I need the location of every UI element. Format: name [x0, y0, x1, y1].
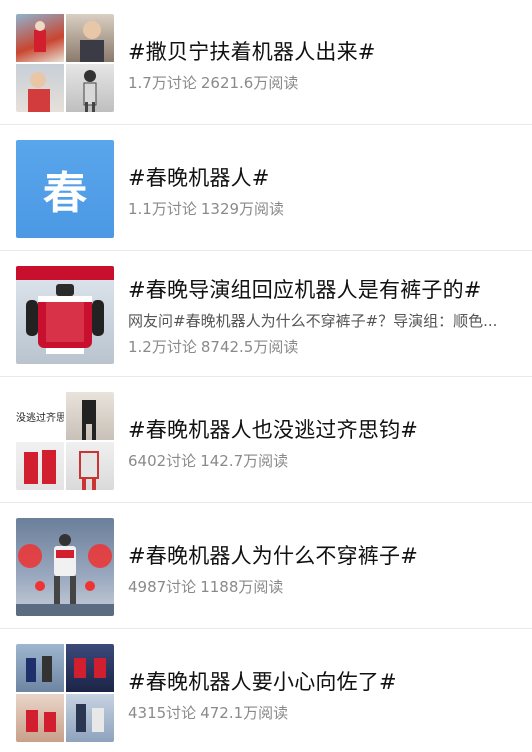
topic-thumbnail[interactable] [16, 644, 114, 742]
topic-row[interactable]: 春 #春晚机器人# 1.1万讨论 1329万阅读 [0, 126, 532, 251]
thumb-photo [66, 644, 114, 692]
chun-character-tile: 春 [16, 140, 114, 238]
topic-stats: 1.1万讨论 1329万阅读 [128, 198, 518, 219]
thumb-caption-cell: 没逃过齐思 [16, 392, 64, 440]
topic-title[interactable]: #春晚机器人要小心向佐了# [128, 666, 518, 696]
thumb-photo [16, 442, 64, 490]
read-count: 472.1万阅读 [200, 704, 289, 722]
thumb-caption: 没逃过齐思 [16, 413, 64, 424]
topic-row[interactable]: #春晚机器人为什么不穿裤子# 4987讨论 1188万阅读 [0, 504, 532, 629]
thumb-photo [16, 694, 64, 742]
thumb-photo [66, 694, 114, 742]
topic-stats: 6402讨论 142.7万阅读 [128, 450, 518, 471]
topic-stats: 1.7万讨论 2621.6万阅读 [128, 72, 518, 93]
topic-stats: 4987讨论 1188万阅读 [128, 576, 518, 597]
thumb-photo [66, 442, 114, 490]
topic-title[interactable]: #春晚机器人也没逃过齐思钧# [128, 414, 518, 444]
topic-description: 网友问#春晚机器人为什么不穿裤子#？导演组：顺色... [128, 312, 498, 330]
read-count: 1329万阅读 [200, 200, 285, 218]
topic-row[interactable]: #撒贝宁扶着机器人出来# 1.7万讨论 2621.6万阅读 [0, 0, 532, 125]
read-count: 2621.6万阅读 [200, 74, 299, 92]
discussion-count: 6402讨论 [128, 452, 197, 470]
discussion-count: 1.7万讨论 [128, 74, 197, 92]
topic-title[interactable]: #春晚机器人# [128, 162, 518, 192]
discussion-count: 1.1万讨论 [128, 200, 197, 218]
thumb-photo [16, 64, 64, 112]
thumb-photo [16, 14, 64, 62]
topic-row[interactable]: #春晚导演组回应机器人是有裤子的# 网友问#春晚机器人为什么不穿裤子#？导演组：… [0, 252, 532, 377]
discussion-count: 4987讨论 [128, 578, 197, 596]
topic-thumbnail[interactable]: 没逃过齐思 [16, 392, 114, 490]
thumb-photo [16, 644, 64, 692]
topic-title[interactable]: #春晚导演组回应机器人是有裤子的# [128, 274, 518, 304]
read-count: 1188万阅读 [200, 578, 284, 596]
topic-stats: 4315讨论 472.1万阅读 [128, 702, 518, 723]
thumb-photo [66, 392, 114, 440]
discussion-count: 4315讨论 [128, 704, 197, 722]
read-count: 142.7万阅读 [200, 452, 289, 470]
topic-row[interactable]: 没逃过齐思 #春晚机器人也没逃过齐思钧# 6402讨论 142.7万阅读 [0, 378, 532, 503]
topic-title[interactable]: #撒贝宁扶着机器人出来# [128, 36, 518, 66]
read-count: 8742.5万阅读 [200, 338, 299, 356]
robot-red-jacket-image [16, 266, 114, 354]
topic-thumbnail[interactable] [16, 518, 114, 616]
discussion-count: 1.2万讨论 [128, 338, 197, 356]
topic-stats: 1.2万讨论 8742.5万阅读 [128, 336, 518, 357]
robot-stage-image [16, 534, 114, 616]
topic-title[interactable]: #春晚机器人为什么不穿裤子# [128, 540, 518, 570]
topic-thumbnail[interactable] [16, 14, 114, 112]
thumb-photo [66, 64, 114, 112]
topic-thumbnail[interactable]: 春 [16, 140, 114, 238]
thumb-photo [66, 14, 114, 62]
topic-list: #撒贝宁扶着机器人出来# 1.7万讨论 2621.6万阅读 春 #春晚机器人# 1… [0, 0, 532, 752]
topic-thumbnail[interactable] [16, 266, 114, 364]
topic-row[interactable]: #春晚机器人要小心向佐了# 4315讨论 472.1万阅读 [0, 630, 532, 752]
